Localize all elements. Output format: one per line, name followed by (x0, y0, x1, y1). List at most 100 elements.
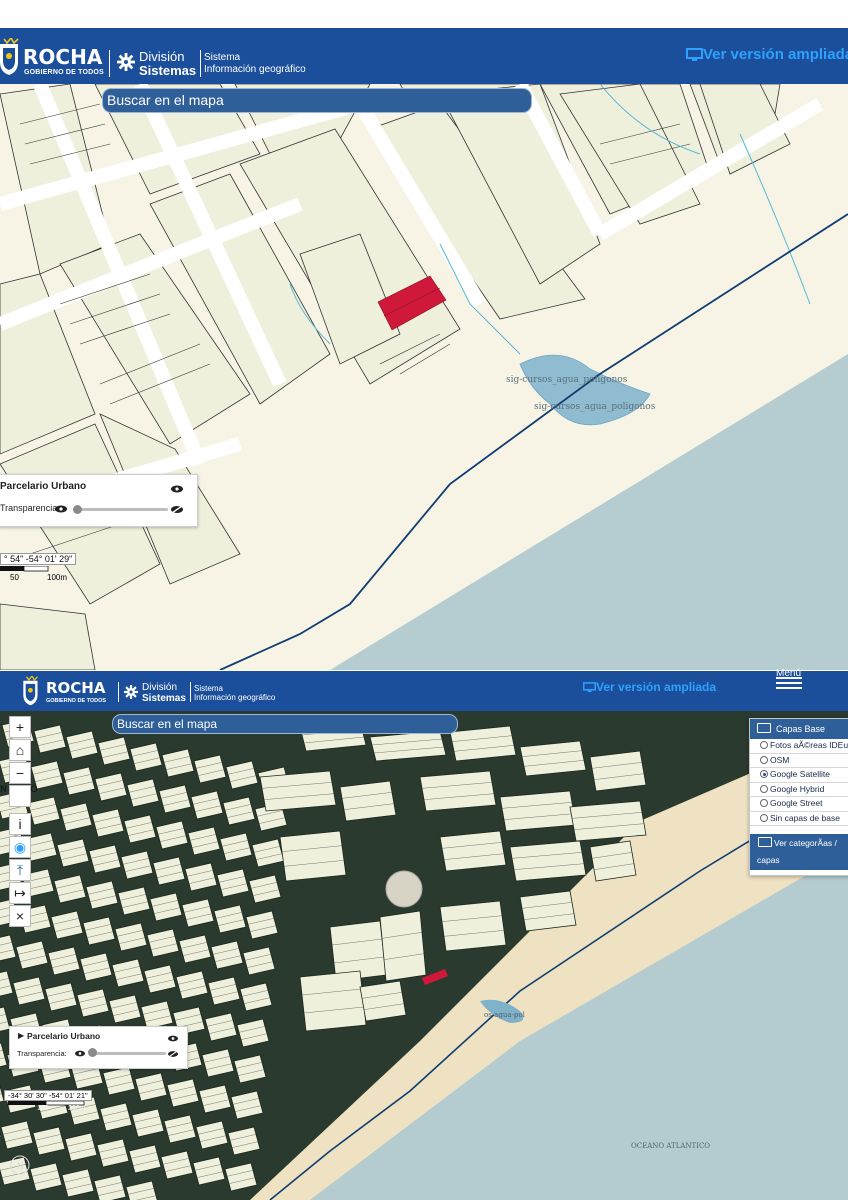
compass-label: N (17, 1162, 24, 1172)
city-block (449, 725, 517, 762)
scale-bar-icon (0, 566, 49, 572)
search-bar[interactable]: Buscar en el mapa (102, 88, 532, 113)
logo-subtitle: GOBIERNO DE TODOS (24, 69, 104, 76)
map-label-lagoon-2: sig-cursos_agua_poligonos (534, 402, 656, 412)
layer-panel-2[interactable]: ▶ Parcelario Urbano Transparencia: (9, 1026, 188, 1069)
categories-line1: Ver categorÃas / (774, 838, 837, 848)
menu-hamburger-icon[interactable] (776, 677, 802, 692)
eye-icon-2[interactable] (75, 1050, 85, 1057)
monitor-icon (686, 48, 703, 61)
top-map-canvas[interactable]: sig-cursos_agua_poligonos sig-cursos_agu… (0, 84, 848, 670)
base-option-label: Google Hybrid (770, 783, 825, 794)
city-block (339, 780, 397, 822)
sistema-label-2: Sistema Información geográfico (194, 684, 275, 702)
sistema-line1: Sistema (204, 52, 241, 63)
zoom-in-button[interactable]: + (9, 716, 31, 738)
base-option-osm[interactable]: OSM (750, 754, 848, 768)
map-toolbar: + ⌂ − i ◉ ⤒ ↦ × (9, 716, 31, 928)
scale-label-100-2: 100 (37, 1105, 49, 1112)
base-option-google-hybrid[interactable]: Google Hybrid (750, 783, 848, 797)
radio-sin-capas[interactable] (760, 813, 768, 822)
city-block (359, 980, 407, 1022)
upload-button[interactable]: ⤒ (9, 859, 31, 881)
blank-tool-button[interactable] (9, 785, 31, 807)
city-block (589, 750, 647, 792)
base-option-sin-capas[interactable]: Sin capas de base (750, 812, 848, 826)
map-label-lagoon: os-agua-pol (484, 1011, 526, 1019)
layer-title: Parcelario Urbano (0, 481, 87, 492)
monitor-icon-2 (583, 682, 596, 693)
info-button[interactable]: i (9, 813, 31, 835)
location-button[interactable]: ◉ (9, 836, 31, 858)
city-block (299, 970, 367, 1032)
categories-line2: capas (757, 855, 780, 865)
radio-google-street[interactable] (760, 799, 768, 807)
header-divider-4 (190, 682, 191, 702)
division-line2-2: Sistemas (142, 693, 186, 704)
gear-icon (117, 53, 135, 71)
visibility-eye-icon-2[interactable] (168, 1035, 178, 1042)
transparency-slider[interactable] (76, 508, 168, 511)
division-line1-2: División (142, 682, 178, 693)
radio-google-satellite[interactable] (760, 770, 768, 778)
bottom-map-canvas[interactable]: os-agua-pol OCEANO ATLANTICO N CISCO N (0, 711, 848, 1200)
radio-osm[interactable] (760, 755, 768, 764)
radio-fotos[interactable] (760, 741, 768, 749)
top-header: ROCHA GOBIERNO DE TODOS División Sistema… (0, 28, 848, 84)
city-block (589, 840, 637, 882)
scale-label-100: 100m (47, 573, 68, 582)
coordinates-readout-2: -34° 30' 30" -54° 01' 21" (4, 1090, 92, 1101)
rocha-logo-icon-2 (23, 676, 38, 706)
sistema-label: Sistema Información geográfico (204, 52, 306, 76)
bottom-header: ROCHA GOBIERNO DE TODOS División Sistema… (0, 668, 848, 711)
base-layers-panel: Capas Base Fotos aÃ©reas IDEuy OSM Googl… (749, 718, 848, 876)
top-map[interactable]: sig-cursos_agua_poligonos sig-cursos_agu… (0, 84, 848, 670)
base-option-fotos[interactable]: Fotos aÃ©reas IDEuy (750, 739, 848, 754)
radio-google-hybrid[interactable] (760, 784, 768, 793)
eye-icon[interactable] (55, 505, 67, 513)
slider-knob[interactable] (73, 505, 82, 514)
logo-title-2: ROCHA (46, 679, 106, 697)
header-divider-2 (200, 50, 201, 77)
clear-button[interactable]: × (9, 905, 31, 927)
bottom-map[interactable]: os-agua-pol OCEANO ATLANTICO N CISCO N B… (0, 711, 848, 1200)
search-bar-2[interactable]: Buscar en el mapa (112, 714, 458, 734)
home-button[interactable]: ⌂ (9, 739, 31, 761)
city-block (279, 830, 347, 882)
zoom-out-button[interactable]: − (9, 762, 31, 784)
base-option-google-street[interactable]: Google Street (750, 797, 848, 812)
base-option-label: OSM (770, 754, 790, 765)
slider-knob-2[interactable] (88, 1048, 97, 1057)
ver-version-ampliada-link[interactable]: Ver versión ampliada (703, 46, 848, 63)
sistema-line2-2: Información geográfico (194, 693, 276, 702)
eye-slash-icon[interactable] (171, 505, 183, 514)
city-block (439, 830, 507, 872)
eye-slash-icon-2[interactable] (168, 1050, 178, 1058)
rocha-logo-icon (0, 38, 19, 75)
transparency-label: Transparencia: (0, 503, 60, 513)
scale-label-200: 200m (68, 1105, 86, 1112)
ver-categorias-link[interactable]: Ver categorÃas / capas (750, 834, 848, 870)
base-layers-header[interactable]: Capas Base (750, 719, 848, 739)
division-line1: División (139, 49, 185, 64)
visibility-eye-icon[interactable] (171, 485, 183, 493)
division-label: División Sistemas (139, 50, 196, 78)
search-placeholder-2: Buscar en el mapa (117, 717, 218, 731)
transparency-slider-2[interactable] (92, 1052, 166, 1055)
layer-panel[interactable]: Parcelario Urbano Transparencia: (0, 474, 198, 527)
city-block (419, 770, 497, 812)
scale-label-50: 50 (10, 573, 19, 582)
ver-version-ampliada-link-2[interactable]: Ver versión ampliada (596, 680, 716, 694)
sistema-line1-2: Sistema (194, 684, 223, 693)
city-block (509, 840, 587, 882)
expand-triangle-icon[interactable]: ▶ (18, 1031, 24, 1040)
division-line2: Sistemas (139, 63, 197, 78)
logo-subtitle-2: GOBIERNO DE TODOS (46, 698, 107, 704)
base-option-google-satellite[interactable]: Google Satellite (750, 768, 848, 783)
division-label-2: División Sistemas (142, 682, 186, 704)
map-label-lagoon-1: sig-cursos_agua_poligonos (506, 375, 628, 385)
base-option-label: Sin capas de base (770, 812, 840, 823)
logo-title: ROCHA (23, 45, 103, 69)
transparency-label-2: Transparencia: (17, 1049, 67, 1058)
measure-button[interactable]: ↦ (9, 882, 31, 904)
